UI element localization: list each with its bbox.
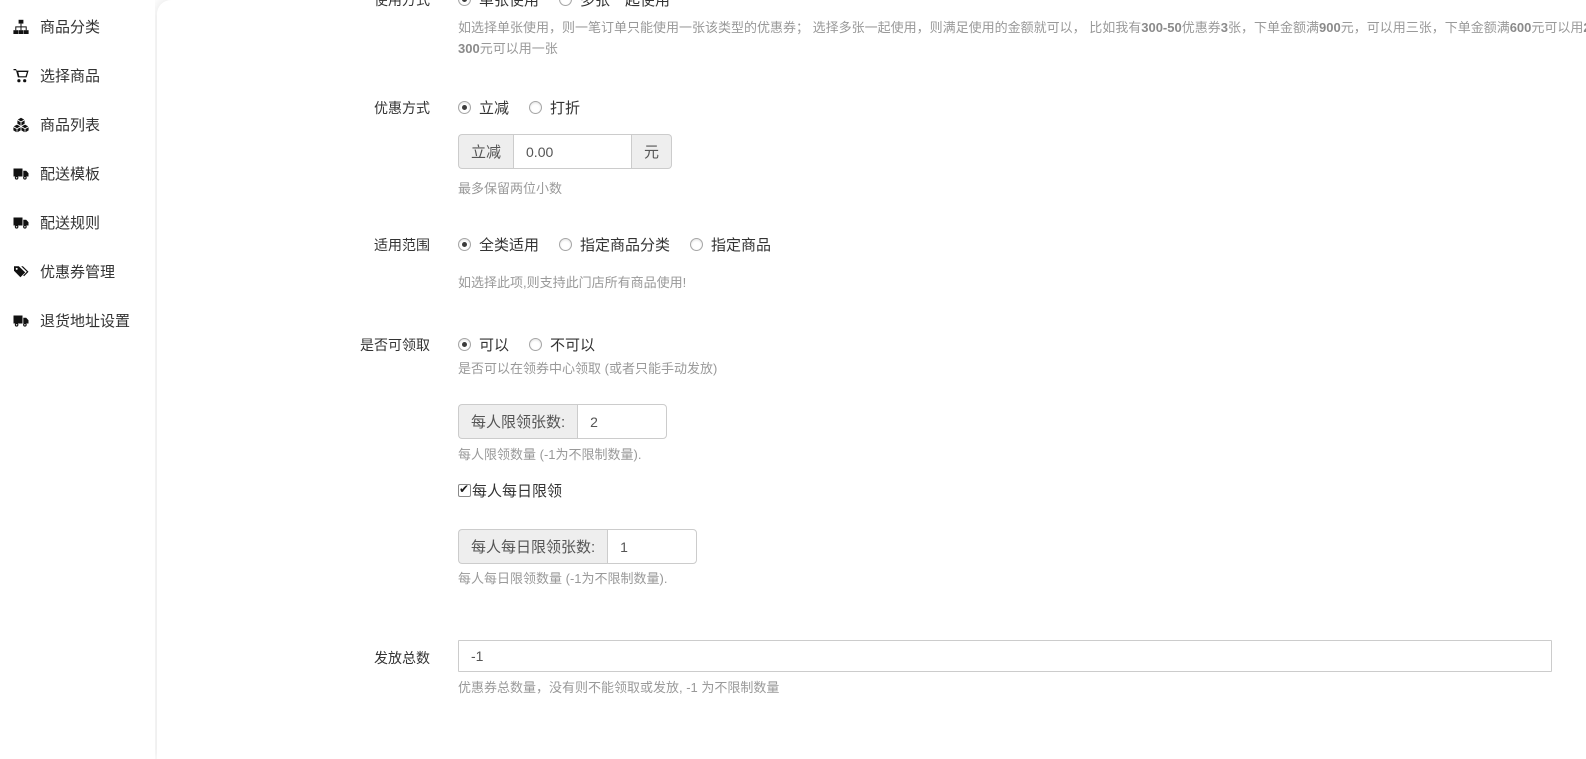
truck-icon xyxy=(11,166,31,182)
per-day-limit-addon: 每人每日限领张数: xyxy=(458,529,607,564)
radio-option-multi-use[interactable]: 多张一起使用 xyxy=(559,0,670,10)
per-user-limit-addon: 每人限领张数: xyxy=(458,404,577,439)
truck-icon xyxy=(11,215,31,231)
per-user-limit-group: 每人限领张数: xyxy=(458,404,667,439)
sidebar-item-coupon-management[interactable]: 优惠券管理 xyxy=(0,247,155,296)
radio-icon xyxy=(529,101,542,114)
truck-icon xyxy=(11,313,31,329)
claimable-help: 是否可以在领券中心领取 (或者只能手动发放) xyxy=(458,359,1586,379)
radio-option-claimable-yes[interactable]: 可以 xyxy=(458,334,509,355)
radio-option-specified-categories[interactable]: 指定商品分类 xyxy=(559,234,670,255)
sidebar-item-return-address-settings[interactable]: 退货地址设置 xyxy=(0,296,155,345)
sidebar: 商品分类 选择商品 商品列表 配送模板 配送规则 xyxy=(0,0,155,759)
sidebar-item-select-products[interactable]: 选择商品 xyxy=(0,51,155,100)
sidebar-item-product-categories[interactable]: 商品分类 xyxy=(0,2,155,51)
page: 商品分类 选择商品 商品列表 配送模板 配送规则 xyxy=(0,0,1586,759)
sidebar-item-label: 退货地址设置 xyxy=(40,310,130,331)
per-day-limit-help: 每人每日限领数量 (-1为不限制数量). xyxy=(458,569,1586,589)
discount-amount-input[interactable] xyxy=(513,134,632,169)
claimable-label: 是否可领取 xyxy=(157,333,458,589)
per-user-limit-input[interactable] xyxy=(577,404,667,439)
scope-label: 适用范围 xyxy=(157,233,458,293)
radio-icon xyxy=(458,0,471,6)
usage-mode-label: 使用方式 xyxy=(157,0,458,60)
form-row-total-issued: 发放总数 优惠券总数量，没有则不能领取或发放, -1 为不限制数量 xyxy=(157,640,1586,698)
cubes-icon xyxy=(11,117,31,133)
usage-mode-help-line2: 300元可以用一张 xyxy=(458,38,1586,60)
radio-icon xyxy=(529,338,542,351)
form-row-scope: 适用范围 全类适用 指定商品分类 指定商品 如选择此 xyxy=(157,233,1586,293)
daily-limit-checkbox[interactable] xyxy=(458,484,471,497)
per-user-limit-help: 每人限领数量 (-1为不限制数量). xyxy=(458,445,1586,465)
sidebar-item-label: 选择商品 xyxy=(40,65,100,86)
radio-icon xyxy=(458,338,471,351)
radio-icon xyxy=(559,0,572,6)
discount-amount-help: 最多保留两位小数 xyxy=(458,179,1586,199)
form-row-discount-type: 优惠方式 立减 打折 立减 元 最多保留两位小数 xyxy=(157,96,1586,199)
radio-option-single-use[interactable]: 单张使用 xyxy=(458,0,539,10)
per-day-limit-input[interactable] xyxy=(607,529,697,564)
form-row-claimable: 是否可领取 可以 不可以 是否可以在领券中心领取 (或者只能手动发放) 每人限领… xyxy=(157,333,1586,589)
sidebar-item-product-list[interactable]: 商品列表 xyxy=(0,100,155,149)
sitemap-icon xyxy=(11,19,31,35)
discount-amount-group: 立减 元 xyxy=(458,134,672,169)
scope-help: 如选择此项,则支持此门店所有商品使用! xyxy=(458,273,1586,293)
total-issued-help: 优惠券总数量，没有则不能领取或发放, -1 为不限制数量 xyxy=(458,678,1586,698)
discount-amount-addon-right: 元 xyxy=(632,134,672,169)
sidebar-item-delivery-template[interactable]: 配送模板 xyxy=(0,149,155,198)
cart-icon xyxy=(11,68,31,84)
sidebar-item-label: 商品分类 xyxy=(40,16,100,37)
radio-option-instant-reduction[interactable]: 立减 xyxy=(458,97,509,118)
sidebar-item-label: 配送模板 xyxy=(40,163,100,184)
usage-mode-help-line1: 如选择单张使用，则一笔订单只能使用一张该类型的优惠券； 选择多张一起使用，则满足… xyxy=(458,18,1586,38)
daily-limit-checkbox-label: 每人每日限领 xyxy=(472,480,562,501)
sidebar-item-delivery-rules[interactable]: 配送规则 xyxy=(0,198,155,247)
sidebar-item-label: 配送规则 xyxy=(40,212,100,233)
radio-icon xyxy=(458,101,471,114)
radio-option-all-categories[interactable]: 全类适用 xyxy=(458,234,539,255)
radio-icon xyxy=(690,238,703,251)
radio-option-claimable-no[interactable]: 不可以 xyxy=(529,334,595,355)
coupon-form-panel: 使用方式 单张使用 多张一起使用 如选择单张使用，则一笔订单只能使用一张该类型的… xyxy=(157,0,1586,759)
discount-amount-addon-left: 立减 xyxy=(458,134,513,169)
per-day-limit-group: 每人每日限领张数: xyxy=(458,529,697,564)
sidebar-item-label: 优惠券管理 xyxy=(40,261,115,282)
total-issued-input[interactable] xyxy=(458,640,1552,672)
discount-type-label: 优惠方式 xyxy=(157,96,458,199)
total-issued-label: 发放总数 xyxy=(157,640,458,698)
radio-icon xyxy=(458,238,471,251)
radio-option-percent-off[interactable]: 打折 xyxy=(529,97,580,118)
sidebar-item-label: 商品列表 xyxy=(40,114,100,135)
radio-icon xyxy=(559,238,572,251)
tags-icon xyxy=(11,264,31,280)
daily-limit-checkbox-row[interactable]: 每人每日限领 xyxy=(458,480,1586,500)
form-row-usage-mode: 使用方式 单张使用 多张一起使用 如选择单张使用，则一笔订单只能使用一张该类型的… xyxy=(157,0,1586,60)
radio-option-specified-products[interactable]: 指定商品 xyxy=(690,234,771,255)
